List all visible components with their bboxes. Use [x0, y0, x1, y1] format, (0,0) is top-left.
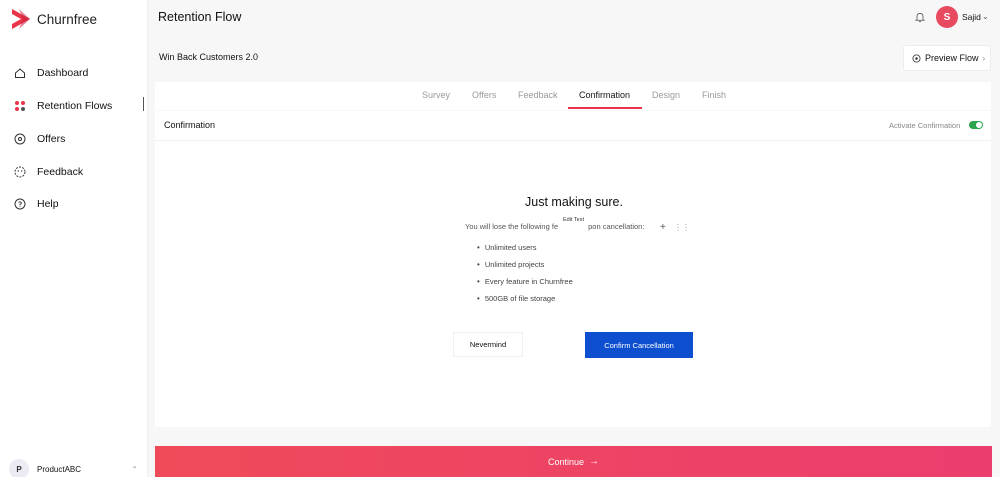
nevermind-button[interactable]: Nevermind [453, 332, 523, 357]
chevron-right-icon: › [982, 53, 986, 63]
edit-text-tooltip[interactable]: Edit Text [563, 217, 584, 223]
logo[interactable]: Churnfree [9, 7, 97, 31]
sidebar-item-help[interactable]: Help [0, 192, 148, 216]
product-avatar: P [9, 459, 29, 477]
list-item[interactable]: Unlimited projects [477, 256, 573, 273]
list-item[interactable]: Every feature in Churnfree [477, 273, 573, 290]
confirmation-subtext[interactable]: You will lose the following fe pon cancel… [465, 222, 644, 231]
sidebar-item-label: Dashboard [37, 67, 89, 79]
user-avatar[interactable]: S [936, 6, 958, 28]
sidebar-item-feedback[interactable]: Feedback [0, 160, 148, 184]
page-title: Retention Flow [158, 10, 242, 24]
list-item[interactable]: Unlimited users [477, 239, 573, 256]
confirmation-card [155, 111, 991, 427]
sidebar-item-label: Offers [37, 133, 66, 145]
preview-flow-label: Preview Flow [925, 53, 979, 63]
help-icon [14, 198, 26, 210]
drag-handle-icon[interactable]: ⋮⋮ [674, 223, 690, 233]
sidebar-item-retention-flows[interactable]: Retention Flows [0, 94, 148, 118]
confirmation-heading[interactable]: Just making sure. [474, 195, 674, 209]
confirm-cancellation-button[interactable]: Confirm Cancellation [585, 332, 693, 358]
sidebar-item-offers[interactable]: Offers [0, 127, 148, 151]
tab-confirmation[interactable]: Confirmation [579, 90, 630, 100]
product-name: ProductABC [37, 464, 82, 474]
sidebar-item-dashboard[interactable]: Dashboard [0, 61, 148, 85]
section-title: Confirmation [164, 120, 216, 130]
subtext-part-2: pon cancellation: [588, 222, 645, 231]
activate-confirmation-toggle[interactable] [969, 121, 983, 129]
list-item[interactable]: 500GB of file storage [477, 290, 573, 307]
chevron-down-icon[interactable]: ⌄ [982, 12, 989, 21]
sidebar-item-label: Retention Flows [37, 100, 113, 112]
active-tab-indicator [568, 107, 642, 109]
subtext-part-1: You will lose the following fe [465, 222, 559, 231]
eye-icon [912, 53, 921, 63]
notification-bell-icon[interactable] [914, 10, 926, 23]
sidebar-item-label: Feedback [37, 166, 84, 178]
tab-survey[interactable]: Survey [422, 90, 450, 100]
product-switcher[interactable]: P ProductABC ⌃ [9, 459, 144, 477]
features-list: Unlimited users Unlimited projects Every… [477, 239, 573, 307]
tab-offers[interactable]: Offers [472, 90, 496, 100]
retention-flows-icon [14, 100, 26, 112]
offers-tag-icon [14, 133, 26, 145]
activate-confirmation-label: Activate Confirmation [889, 121, 961, 130]
tab-finish[interactable]: Finish [702, 90, 726, 100]
app-name: Churnfree [37, 11, 98, 27]
sidebar-item-label: Help [37, 198, 59, 210]
add-icon[interactable]: + [660, 223, 666, 233]
continue-button[interactable]: Continue → [155, 446, 992, 477]
preview-flow-button[interactable]: Preview Flow › [903, 45, 991, 71]
home-icon [14, 67, 26, 79]
tab-design[interactable]: Design [652, 90, 680, 100]
feedback-icon [14, 166, 26, 178]
tab-feedback[interactable]: Feedback [518, 90, 558, 100]
divider [155, 140, 991, 141]
chevron-up-icon: ⌃ [131, 464, 138, 474]
arrow-right-icon: → [589, 456, 600, 467]
sidebar: Churnfree Dashboard Retention Flows Offe… [0, 0, 148, 477]
tabs-bar: Survey Offers Feedback Confirmation Desi… [155, 82, 991, 110]
churnfree-logo-icon [12, 9, 30, 29]
flow-name: Win Back Customers 2.0 [159, 52, 259, 62]
user-name[interactable]: Sajid [962, 12, 981, 22]
continue-label: Continue [547, 456, 585, 467]
